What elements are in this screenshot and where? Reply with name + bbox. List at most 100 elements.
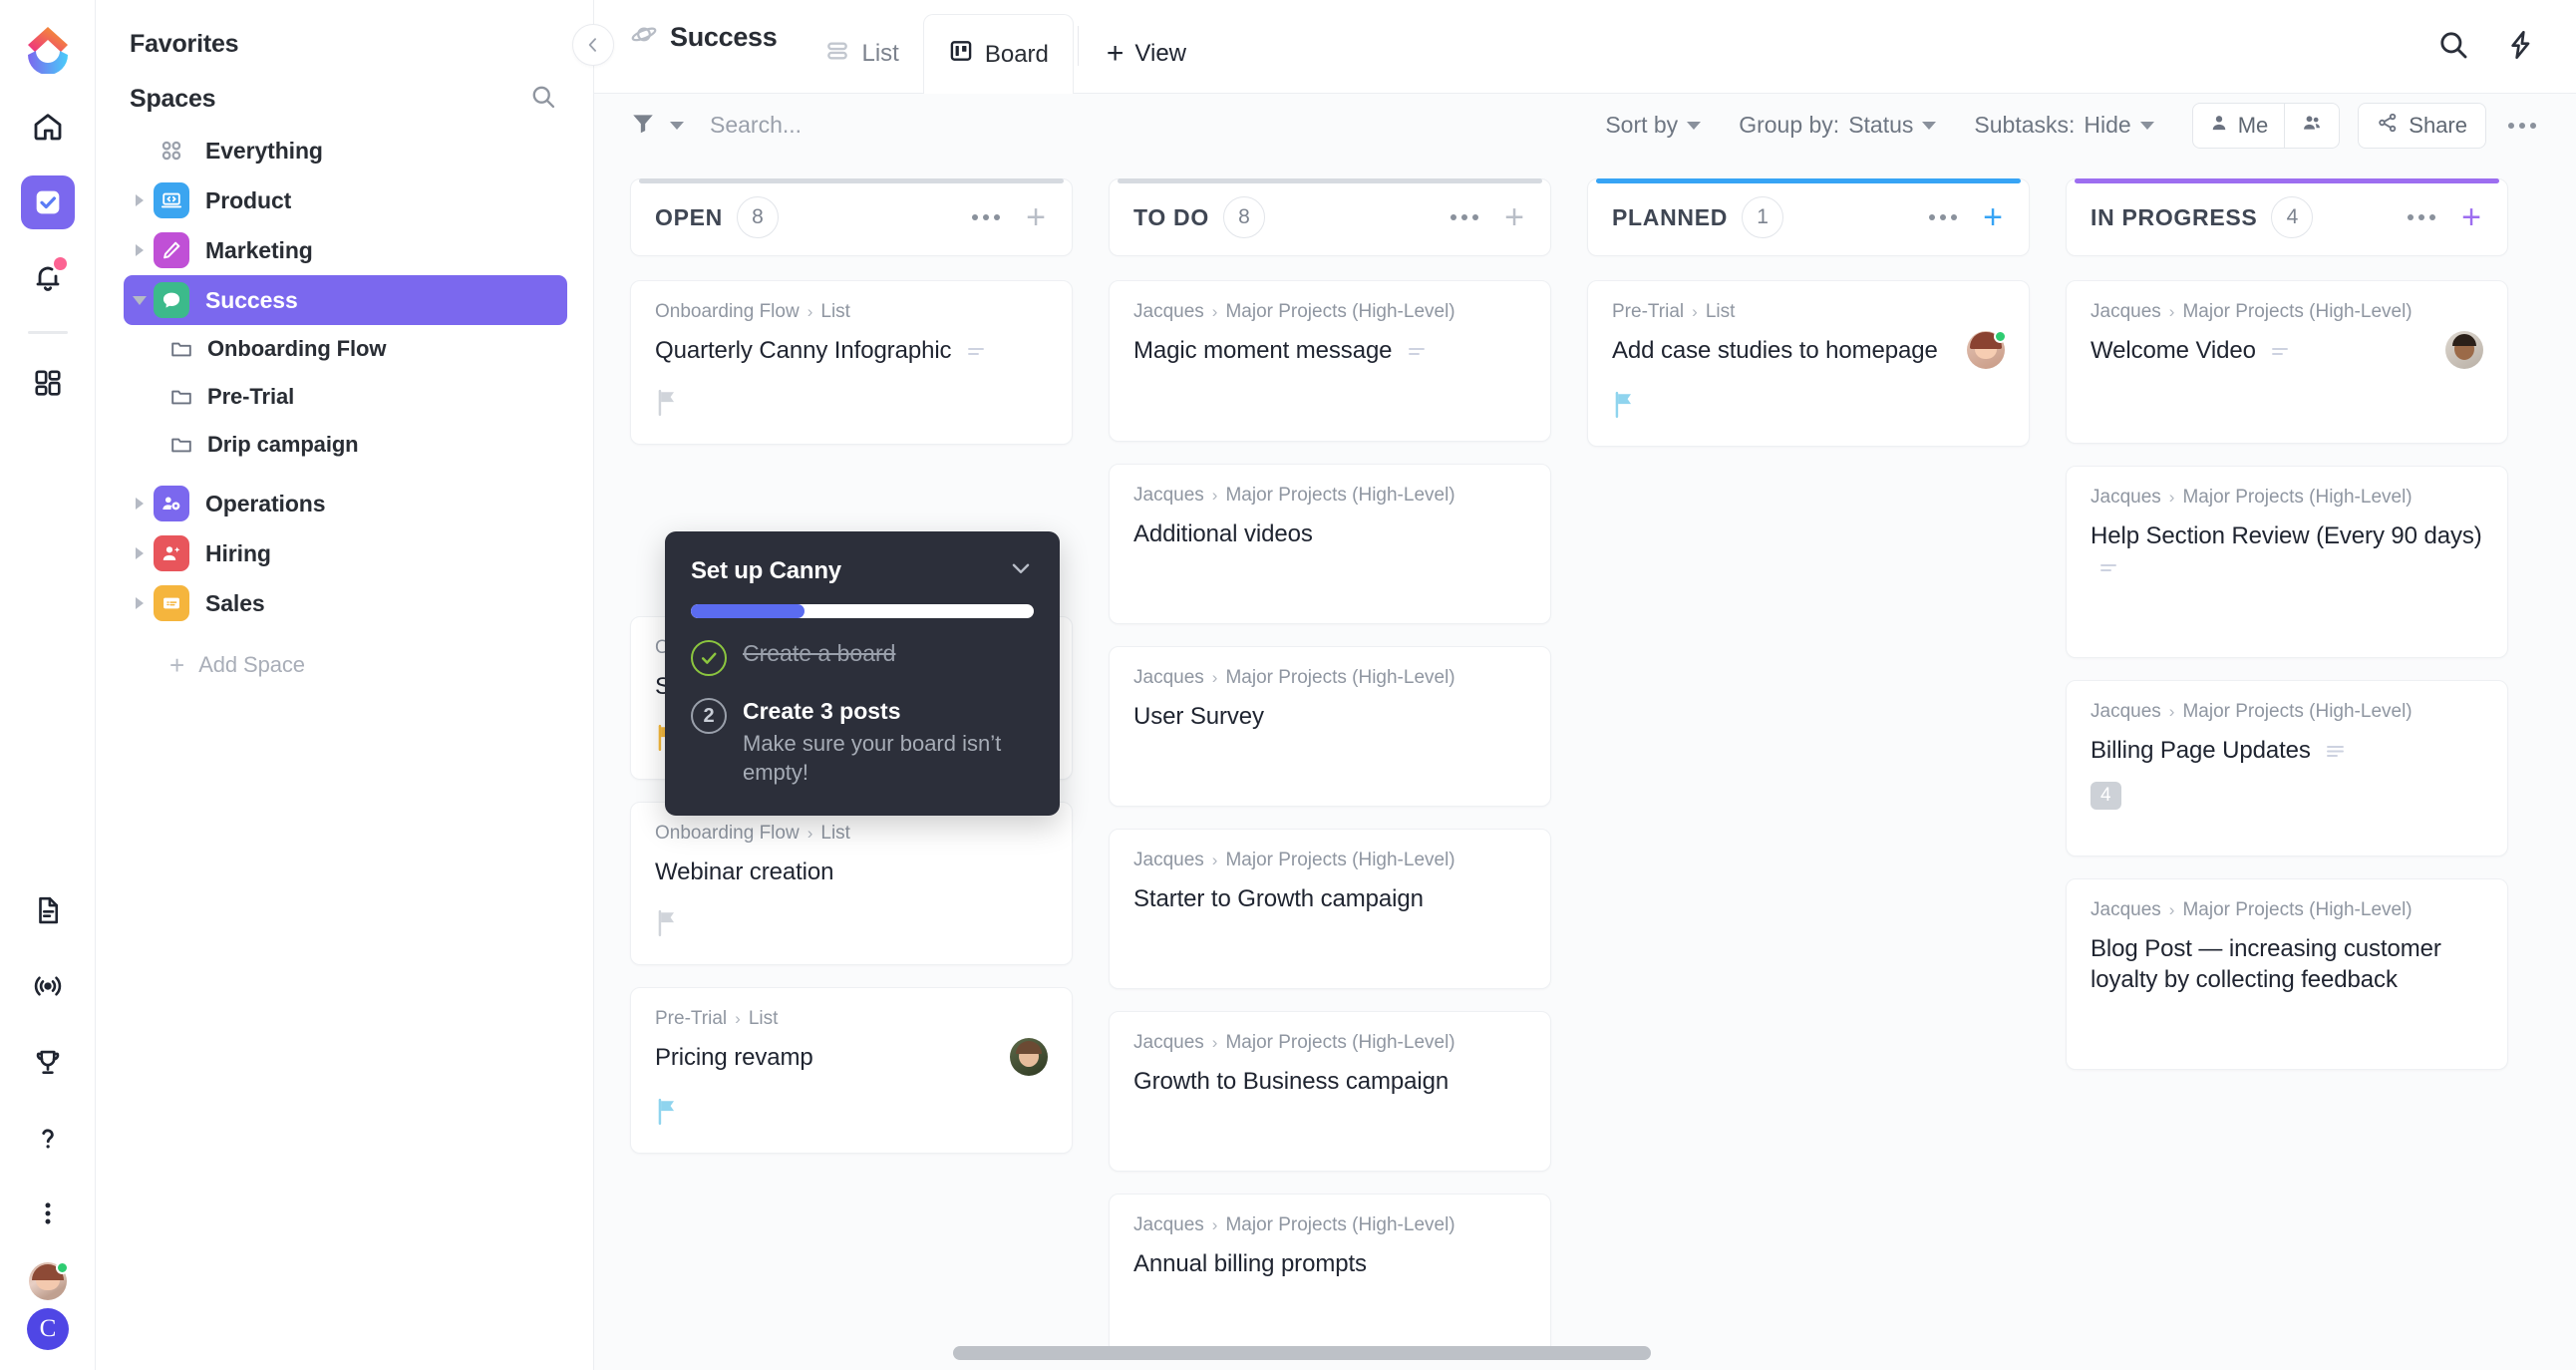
chevron-right-icon[interactable]: [130, 597, 150, 609]
task-card[interactable]: Jacques › Major Projects (High-Level) Ad…: [1109, 463, 1551, 624]
task-card[interactable]: Jacques › Major Projects (High-Level) Gr…: [1109, 1011, 1551, 1173]
docs-icon[interactable]: [21, 883, 75, 937]
notifications-bell-icon[interactable]: [21, 251, 75, 305]
view-tabs-bar: Success List Board + View: [594, 0, 2576, 94]
sidebar-folder-onboarding-flow[interactable]: Onboarding Flow: [124, 325, 567, 373]
chevron-right-icon[interactable]: [130, 498, 150, 510]
column-more-icon[interactable]: [972, 214, 1001, 221]
assignee-avatar[interactable]: [1967, 330, 2007, 370]
add-space-button[interactable]: + Add Space: [124, 640, 567, 690]
workspace-avatar[interactable]: C: [27, 1308, 69, 1350]
help-question-icon[interactable]: [21, 1111, 75, 1165]
sidebar-item-sales[interactable]: Sales: [124, 578, 567, 628]
priority-flag-icon[interactable]: [655, 1098, 681, 1131]
sidebar-folder-pre-trial[interactable]: Pre-Trial: [124, 373, 567, 421]
user-avatar[interactable]: [29, 1261, 69, 1300]
subtasks-button[interactable]: Subtasks: Hide: [1974, 112, 2154, 139]
tab-list[interactable]: List: [801, 0, 922, 93]
share-button[interactable]: Share: [2358, 102, 2486, 149]
task-card[interactable]: Pre-Trial › List Pricing revamp: [630, 986, 1073, 1154]
group-by-label: Group by:: [1739, 112, 1840, 139]
chevron-right-icon[interactable]: [130, 194, 150, 206]
task-card[interactable]: Jacques › Major Projects (High-Level) Bi…: [2066, 679, 2508, 856]
add-task-button[interactable]: +: [1983, 200, 2003, 234]
goals-trophy-icon[interactable]: [21, 1035, 75, 1089]
sidebar-item-product[interactable]: Product: [124, 175, 567, 225]
sidebar-item-marketing[interactable]: Marketing: [124, 225, 567, 275]
crumb-part: Jacques: [1133, 666, 1204, 688]
task-card[interactable]: Jacques › Major Projects (High-Level) He…: [2066, 466, 2508, 658]
sidebar-item-everything[interactable]: Everything: [124, 126, 567, 175]
priority-flag-icon[interactable]: [655, 909, 681, 942]
chevron-right-icon: ›: [1211, 302, 1218, 322]
chevron-down-icon: [1922, 121, 1937, 130]
task-card[interactable]: Jacques › Major Projects (High-Level) St…: [1109, 828, 1551, 990]
filter-caret-icon[interactable]: [670, 121, 684, 130]
task-card[interactable]: Onboarding Flow › List Quarterly Canny I…: [630, 280, 1073, 445]
sidebar-folder-drip-campaign[interactable]: Drip campaign: [124, 421, 567, 469]
me-filter-button[interactable]: Me: [2193, 104, 2285, 148]
chevron-down-icon[interactable]: [130, 295, 150, 305]
lightning-bolt-icon[interactable]: [2504, 29, 2536, 66]
task-card[interactable]: Jacques › Major Projects (High-Level) Us…: [1109, 645, 1551, 807]
assignee-avatar[interactable]: [2445, 331, 2483, 370]
column-more-icon[interactable]: [1450, 214, 1479, 221]
tasks-icon[interactable]: [20, 175, 75, 229]
add-task-button[interactable]: +: [1504, 200, 1524, 234]
assignee-avatar[interactable]: [1010, 1037, 1048, 1076]
card-breadcrumb: Onboarding Flow › List: [655, 301, 1048, 323]
board-horizontal-scrollbar[interactable]: [953, 1346, 2576, 1360]
sidebar-item-label: Sales: [205, 589, 265, 616]
search-icon[interactable]: [529, 83, 557, 116]
chevron-right-icon[interactable]: [130, 244, 150, 256]
pulse-icon[interactable]: [21, 959, 75, 1013]
sidebar-item-operations[interactable]: Operations: [124, 479, 567, 528]
task-card[interactable]: Jacques › Major Projects (High-Level) Ma…: [1109, 280, 1551, 442]
add-space-label: Add Space: [198, 652, 305, 677]
task-card[interactable]: Onboarding Flow › List Webinar creation: [630, 801, 1073, 965]
add-view-button[interactable]: + View: [1083, 0, 1210, 93]
add-task-button[interactable]: +: [2461, 200, 2481, 234]
more-horizontal-icon[interactable]: [2508, 122, 2536, 129]
task-card[interactable]: Jacques › Major Projects (High-Level) An…: [1109, 1194, 1551, 1355]
sidebar-item-success[interactable]: Success: [124, 275, 567, 325]
priority-flag-icon[interactable]: [1612, 391, 1638, 424]
card-title: Growth to Business campaign: [1133, 1068, 1449, 1096]
card-breadcrumb: Pre-Trial › List: [655, 1008, 1048, 1030]
people-filter-button[interactable]: [2284, 103, 2339, 148]
tab-label: List: [861, 40, 899, 67]
filter-funnel-icon[interactable]: [630, 110, 656, 141]
group-by-button[interactable]: Group by: Status: [1739, 112, 1937, 139]
dashboards-grid-icon[interactable]: [21, 356, 75, 410]
collapse-sidebar-button[interactable]: [572, 24, 614, 66]
home-icon[interactable]: [21, 100, 75, 154]
breadcrumb-space[interactable]: Success: [630, 0, 801, 75]
card-title: Billing Page Updates: [2091, 735, 2483, 766]
toolbar-left: [630, 110, 1605, 141]
chevron-down-icon[interactable]: [1008, 555, 1034, 586]
card-breadcrumb: Jacques › Major Projects (High-Level): [1133, 301, 1526, 323]
chevron-right-icon: ›: [2168, 302, 2175, 322]
clickup-logo-icon[interactable]: [22, 22, 74, 75]
priority-flag-icon[interactable]: [655, 389, 681, 422]
add-task-button[interactable]: +: [1026, 200, 1046, 234]
column-more-icon[interactable]: [1929, 214, 1958, 221]
search-icon[interactable]: [2436, 28, 2470, 67]
crumb-part: Major Projects (High-Level): [1225, 666, 1455, 688]
column-more-icon[interactable]: [2408, 214, 2436, 221]
search-input[interactable]: [710, 112, 1069, 140]
task-card[interactable]: Jacques › Major Projects (High-Level) We…: [2066, 280, 2508, 445]
sidebar-item-label: Operations: [205, 490, 326, 516]
column-header: IN PROGRESS 4 +: [2066, 178, 2508, 257]
description-icon: [968, 345, 988, 359]
card-footer: [2091, 1017, 2483, 1047]
chevron-right-icon[interactable]: [130, 547, 150, 559]
task-card[interactable]: Pre-Trial › List Add case studies to hom…: [1587, 280, 2030, 448]
column-accent-bar: [639, 178, 1064, 184]
more-vertical-icon[interactable]: [21, 1187, 75, 1240]
sort-by-button[interactable]: Sort by: [1605, 112, 1702, 139]
sidebar-item-label: Product: [205, 186, 292, 213]
task-card[interactable]: Jacques › Major Projects (High-Level) Bl…: [2066, 877, 2508, 1071]
tab-board[interactable]: Board: [922, 14, 1074, 94]
sidebar-item-hiring[interactable]: Hiring: [124, 528, 567, 578]
